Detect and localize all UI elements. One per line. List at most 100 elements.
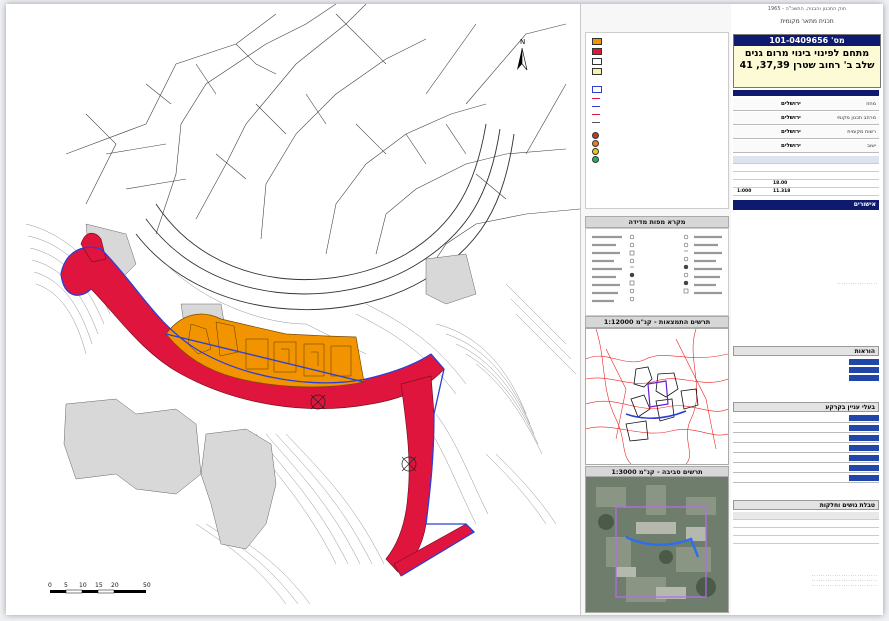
approvals-header: אישורים <box>733 200 879 210</box>
owner-row <box>733 454 879 463</box>
location-map-drawing <box>586 329 728 464</box>
aerial-photo-drawing <box>586 477 728 612</box>
owner-tag <box>849 425 879 431</box>
owner-row <box>733 464 879 473</box>
location-map <box>585 328 729 465</box>
table-row <box>733 520 879 528</box>
table-row <box>733 536 879 544</box>
instruction-tag <box>849 367 879 373</box>
plan-number: מס' 101-0409656 <box>734 35 880 46</box>
info-label: רשות מקומית <box>847 129 876 135</box>
legend-item <box>592 37 722 45</box>
table-row <box>733 172 879 180</box>
legend-item <box>592 147 722 155</box>
owner-tag <box>849 415 879 421</box>
info-label: מחוז <box>866 101 876 107</box>
legend-item <box>592 139 722 147</box>
owner-tag <box>849 465 879 471</box>
legend-point <box>592 148 599 155</box>
plan-title-box: מס' 101-0409656 מתחם לפינוי בינוי מרום ג… <box>733 34 881 88</box>
plan-name: מתחם לפינוי בינוי מרום גנים שלב ב' רחוב … <box>739 48 875 71</box>
scale-tick: 50 <box>143 582 151 589</box>
legend-swatch-road <box>592 48 602 55</box>
instruction-tag <box>849 375 879 381</box>
legend-item <box>592 47 722 55</box>
owner-row <box>733 434 879 443</box>
law-header: חוק התכנון והבניה, התשכ"ה - 1965 <box>767 6 847 12</box>
owner-row <box>733 474 879 483</box>
owner-row <box>733 424 879 433</box>
legend-line <box>592 98 600 99</box>
legend-item <box>592 67 722 75</box>
table-row <box>733 528 879 536</box>
legend-item <box>592 95 722 103</box>
symbols-title: מקרא מפות מדידה <box>585 216 729 228</box>
instruction-tag <box>849 359 879 365</box>
plan-sheet-info: חוק התכנון והבניה, התשכ"ה - 1965 תכנית מ… <box>731 4 883 615</box>
legend-point <box>592 156 599 163</box>
scale-tick: 15 <box>95 582 103 589</box>
table-row <box>733 164 879 172</box>
fine-print: · · · · · · · · · · · · · · · · · · <box>837 282 877 286</box>
table-row <box>733 156 879 164</box>
scale-tick: 5 <box>64 582 68 589</box>
owner-row <box>733 444 879 453</box>
info-header-bar <box>733 90 879 96</box>
aerial-photo <box>585 476 729 613</box>
scale-tick: 0 <box>48 582 52 589</box>
info-value: ירושלים <box>781 101 801 107</box>
owner-row <box>733 414 879 423</box>
table-row: 18.00 <box>733 180 879 188</box>
legend-item <box>592 111 722 119</box>
table-value: 11.318 <box>773 189 791 194</box>
table-value: 1:000 <box>737 189 752 194</box>
map-drawing: N <box>25 4 580 605</box>
scale-bar <box>50 589 146 594</box>
svg-text:N: N <box>520 38 525 46</box>
info-value: ירושלים <box>781 143 801 149</box>
plan-map: N 0 5 10 15 20 50 <box>6 4 580 615</box>
info-row-district: ירושלים מחוז <box>733 98 879 111</box>
section-blocks-parcels: טבלת גושים וחלקות <box>733 500 879 510</box>
legend-swatch <box>592 58 602 65</box>
legend-line <box>592 106 600 107</box>
footer-fine-print: · · · · · · · · · · · · · · · · · · · · … <box>811 574 877 588</box>
legend-item <box>592 57 722 65</box>
legend-swatch-boundary <box>592 86 602 93</box>
legend-swatch-residential <box>592 38 602 45</box>
table-value: 18.00 <box>773 181 788 186</box>
info-label: מרחב תכנון מקומי <box>836 115 876 121</box>
table-row <box>733 512 879 520</box>
section-land-owners: בעלי עניין בקרקע <box>733 402 879 412</box>
owner-tag <box>849 445 879 451</box>
symbols-drawing <box>592 234 722 303</box>
owner-tag <box>849 435 879 441</box>
legend-line <box>592 114 600 115</box>
legend-item <box>592 155 722 163</box>
plan-sheet: N 0 5 10 15 20 50 מקרא מפות מדידה תרשים … <box>6 4 883 615</box>
info-label: ישוב <box>867 143 876 149</box>
legend-point <box>592 140 599 147</box>
info-value: ירושלים <box>781 129 801 135</box>
info-row-planning-area: ירושלים מרחב תכנון מקומי <box>733 112 879 125</box>
legend-column: מקרא מפות מדידה תרשים התמצאות - קנ"מ 1:1… <box>580 4 732 615</box>
legend-item <box>592 103 722 111</box>
owner-tag <box>849 475 879 481</box>
legend-point <box>592 132 599 139</box>
info-row-authority: ירושלים רשות מקומית <box>733 126 879 139</box>
legend-item <box>592 131 722 139</box>
owner-tag <box>849 455 879 461</box>
legend-item <box>592 85 722 93</box>
location-map-title: תרשים התמצאות - קנ"מ 1:12000 <box>585 316 729 328</box>
plan-legend <box>585 32 729 209</box>
scale-tick: 20 <box>111 582 119 589</box>
legend-item <box>592 119 722 127</box>
table-row: 1:000 11.318 <box>733 188 879 196</box>
info-row-settlement: ירושלים ישוב <box>733 140 879 153</box>
parcel-lines <box>65 4 580 275</box>
scale-tick: 10 <box>79 582 87 589</box>
info-value: ירושלים <box>781 115 801 121</box>
survey-symbols <box>585 228 729 316</box>
legend-line <box>592 122 600 123</box>
section-instructions: הוראות <box>733 346 879 356</box>
